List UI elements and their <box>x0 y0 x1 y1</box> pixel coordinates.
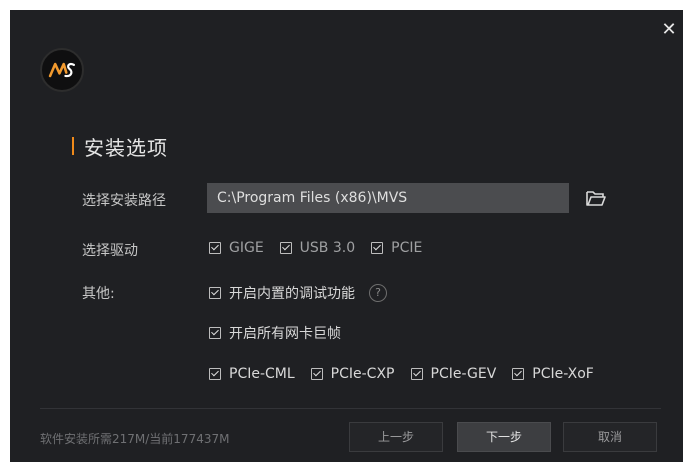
jumbo-frame-checkbox[interactable]: 开启所有网卡巨帧 <box>209 323 341 343</box>
checkbox-box-icon <box>371 242 384 254</box>
folder-icon[interactable] <box>585 189 607 207</box>
checkbox-box-icon <box>209 242 221 254</box>
drivers-label: 选择驱动 <box>82 243 138 259</box>
checkbox-box-icon <box>209 368 221 380</box>
cancel-button[interactable]: 取消 <box>563 422 657 452</box>
gige-label: GIGE <box>229 240 264 256</box>
pcie-xof-checkbox[interactable]: PCIe-XoF <box>512 366 594 382</box>
close-icon[interactable]: ✕ <box>661 21 677 39</box>
pcie-gev-label: PCIe-GEV <box>430 366 497 382</box>
disk-space-info: 软件安装所需217M/当前177437M <box>40 432 230 446</box>
pcie-gev-checkbox[interactable]: PCIe-GEV <box>410 366 497 382</box>
help-icon[interactable]: ? <box>369 284 387 302</box>
drivers-checkbox-group: GIGE USB 3.0 PCIE <box>209 240 438 256</box>
usb3-checkbox[interactable]: USB 3.0 <box>279 240 356 256</box>
pcie-cxp-label: PCIe-CXP <box>330 366 395 382</box>
checkbox-box-icon <box>410 368 423 380</box>
pcie-xof-label: PCIe-XoF <box>532 366 594 382</box>
accent-bar <box>72 137 74 155</box>
next-button[interactable]: 下一步 <box>457 422 551 452</box>
pcie-checkbox[interactable]: PCIE <box>371 240 422 256</box>
mvs-logo <box>40 48 84 92</box>
checkbox-box-icon <box>209 327 221 339</box>
section-title: 安装选项 <box>72 131 168 161</box>
mvs-logo-icon <box>48 62 76 78</box>
jumbo-frame-label: 开启所有网卡巨帧 <box>229 326 341 342</box>
pcie-options-row: PCIe-CML PCIe-CXP PCIe-GEV PCIe-XoF <box>209 366 594 382</box>
checkbox-box-icon <box>279 242 292 254</box>
pcie-cml-label: PCIe-CML <box>229 366 295 382</box>
jumbo-row: 开启所有网卡巨帧 <box>209 323 357 343</box>
debug-feature-label: 开启内置的调试功能 <box>229 286 355 302</box>
usb3-label: USB 3.0 <box>299 240 356 256</box>
footer-divider <box>40 408 661 409</box>
checkbox-box-icon <box>209 287 221 299</box>
pcie-cml-checkbox[interactable]: PCIe-CML <box>209 366 295 382</box>
pcie-cxp-checkbox[interactable]: PCIe-CXP <box>310 366 395 382</box>
section-title-text: 安装选项 <box>84 135 168 160</box>
checkbox-box-icon <box>512 368 525 380</box>
debug-feature-checkbox[interactable]: 开启内置的调试功能 <box>209 283 355 303</box>
installer-window: ✕ 安装选项 选择安装路径 选择驱动 GIGE USB 3.0 PCIE 其他: <box>10 10 683 462</box>
install-path-input[interactable] <box>207 183 569 213</box>
other-label: 其他: <box>82 286 115 302</box>
checkbox-box-icon <box>310 368 323 380</box>
gige-checkbox[interactable]: GIGE <box>209 240 264 256</box>
pcie-label: PCIE <box>391 240 423 256</box>
prev-button[interactable]: 上一步 <box>349 422 443 452</box>
install-path-label: 选择安装路径 <box>82 193 166 209</box>
debug-row: 开启内置的调试功能 ? <box>209 283 387 303</box>
